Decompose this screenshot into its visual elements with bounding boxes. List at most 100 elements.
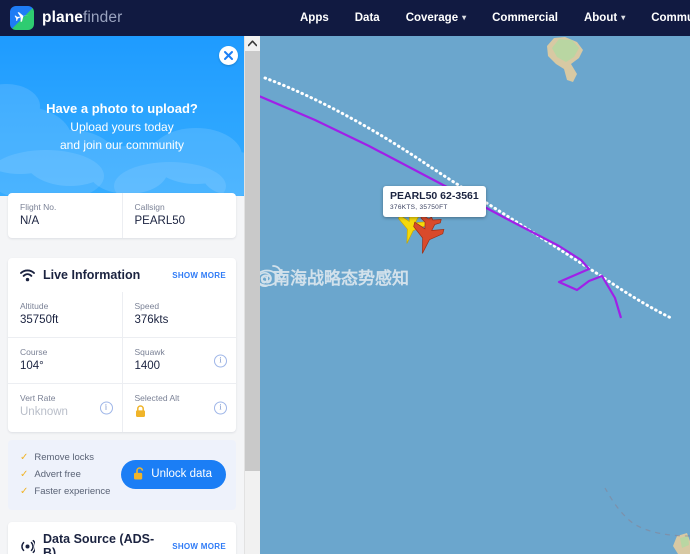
brand-name-light: finder: [82, 9, 123, 26]
field-altitude-value: 35750ft: [20, 314, 59, 326]
nav-item-about[interactable]: About ▾: [584, 12, 625, 24]
promo-headline: Have a photo to upload?: [46, 101, 198, 116]
info-icon[interactable]: i: [214, 354, 227, 367]
map-vector-layer: [259, 37, 690, 554]
field-squawk-value: 1400: [134, 360, 161, 372]
unlock-perk-item: ✓ Faster experience: [20, 483, 121, 500]
field-callsign: Callsign PEARL50: [121, 193, 237, 238]
aircraft-tooltip[interactable]: PEARL50 62-3561 376KTS, 35750FT: [383, 186, 486, 217]
nav-item-apps-label: Apps: [300, 12, 329, 24]
nav-item-apps[interactable]: Apps: [300, 12, 329, 24]
nav-item-coverage[interactable]: Coverage ▾: [406, 12, 466, 24]
aircraft-tooltip-subtitle: 376KTS, 35750FT: [390, 204, 448, 211]
nav-item-community-label: Commun: [651, 12, 690, 24]
field-squawk: Squawk 1400 i: [121, 338, 237, 383]
planefinder-app: planefinder Apps Data Coverage ▾ Commerc…: [0, 0, 690, 554]
live-information-title: Live Information: [43, 268, 141, 282]
field-altitude: Altitude 35750ft: [8, 292, 122, 337]
field-vert-rate-value: Unknown: [20, 406, 68, 418]
plane-icon: [10, 6, 34, 30]
field-selected-alt-value: [135, 405, 227, 423]
unlock-perk-item: ✓ Advert free: [20, 466, 121, 483]
field-vert-rate-label: Vert Rate: [20, 393, 56, 403]
unlock-data-button[interactable]: Unlock data: [121, 460, 226, 489]
field-course: Course 104°: [8, 338, 122, 383]
map-canvas[interactable]: PEARL50 62-3561 376KTS, 35750FT @南海战略态势感…: [259, 36, 690, 554]
aircraft-tooltip-title: PEARL50 62-3561: [390, 190, 479, 202]
field-speed: Speed 376kts: [121, 292, 237, 337]
field-flight-number-label: Flight No.: [20, 202, 57, 212]
scrollbar-thumb[interactable]: [245, 51, 260, 471]
data-source-title: Data Source (ADS-B): [43, 532, 155, 554]
check-icon: ✓: [20, 451, 29, 463]
field-vert-rate: Vert Rate Unknown i: [8, 384, 122, 432]
nav-item-coverage-label: Coverage: [405, 12, 459, 24]
unlock-promo-panel: ✓ Remove locks ✓ Advert free ✓ Faster ex…: [8, 440, 236, 510]
field-course-value: 104°: [20, 360, 44, 372]
live-info-row-2: Course 104° Squawk 1400 i: [8, 337, 236, 383]
weibo-watermark: @南海战略态势感知: [259, 264, 409, 289]
field-altitude-label: Altitude: [20, 301, 49, 311]
data-source-show-more[interactable]: SHOW MORE: [172, 542, 226, 551]
promo-line-2: Upload yours today: [70, 120, 174, 134]
field-selected-alt: Selected Alt i: [121, 384, 237, 432]
live-information-card: Live Information SHOW MORE Altitude 3575…: [8, 258, 236, 432]
closed-padlock-icon: [135, 405, 145, 417]
unlock-perk-label: Faster experience: [34, 486, 111, 497]
field-callsign-value: PEARL50: [134, 215, 186, 227]
boundary-dashed-line: [604, 487, 690, 537]
field-course-label: Course: [20, 347, 48, 357]
scroll-up-button[interactable]: [245, 36, 260, 51]
field-flight-number: Flight No. N/A: [8, 193, 122, 238]
field-squawk-label: Squawk: [134, 347, 165, 357]
wifi-icon: [20, 269, 35, 281]
data-source-card: Data Source (ADS-B) SHOW MORE: [8, 522, 236, 554]
unlock-perk-label: Remove locks: [34, 452, 95, 463]
sidebar-scrollbar[interactable]: [244, 36, 260, 554]
promo-text: Have a photo to upload? Upload yours tod…: [0, 36, 244, 154]
chevron-up-icon: [248, 40, 257, 47]
unlock-data-button-label: Unlock data: [151, 468, 212, 480]
flight-identity-card: Flight No. N/A Callsign PEARL50: [8, 193, 236, 238]
weibo-icon: [259, 265, 282, 286]
flight-details-sidebar: Have a photo to upload? Upload yours tod…: [0, 36, 244, 554]
radar-icon: [21, 539, 35, 553]
sidebar-gap-2: [0, 510, 244, 522]
nav-item-community[interactable]: Commun: [651, 12, 690, 24]
nav-item-about-label: About: [583, 12, 618, 24]
chevron-down-icon: ▾: [621, 13, 626, 22]
field-selected-alt-label: Selected Alt: [134, 393, 180, 403]
photo-upload-promo: Have a photo to upload? Upload yours tod…: [0, 36, 244, 196]
field-callsign-label: Callsign: [134, 202, 165, 212]
island-north: [547, 37, 583, 82]
field-speed-label: Speed: [134, 301, 160, 311]
nav-item-data[interactable]: Data: [355, 12, 380, 24]
live-information-header: Live Information SHOW MORE: [8, 258, 236, 292]
info-icon[interactable]: i: [99, 401, 113, 415]
brand-name-bold: plane: [42, 9, 83, 26]
live-info-row-3: Vert Rate Unknown i Selected Alt i: [8, 383, 236, 432]
nav-item-data-label: Data: [354, 12, 380, 24]
unlock-perk-item: ✓ Remove locks: [20, 449, 121, 466]
chevron-down-icon: ▾: [462, 13, 467, 22]
promo-line-3: and join our community: [59, 138, 185, 152]
field-speed-value: 376kts: [134, 314, 169, 326]
top-navigation-bar: planefinder Apps Data Coverage ▾ Commerc…: [0, 0, 690, 36]
field-flight-number-value: N/A: [20, 215, 40, 227]
flight-identity-row: Flight No. N/A Callsign PEARL50: [8, 193, 236, 238]
check-icon: ✓: [20, 468, 29, 480]
info-icon[interactable]: i: [214, 401, 227, 415]
brand-name: planefinder: [42, 9, 122, 27]
nav-links: Apps Data Coverage ▾ Commercial About ▾ …: [300, 0, 690, 36]
live-information-show-more[interactable]: SHOW MORE: [172, 271, 226, 280]
live-info-row-1: Altitude 35750ft Speed 376kts: [8, 292, 236, 337]
unlock-perk-label: Advert free: [34, 469, 81, 480]
data-source-header: Data Source (ADS-B) SHOW MORE: [8, 522, 236, 554]
nav-item-commercial-label: Commercial: [492, 12, 558, 24]
nav-item-commercial[interactable]: Commercial: [492, 12, 558, 24]
close-icon[interactable]: [219, 46, 238, 65]
brand-logo[interactable]: planefinder: [10, 6, 122, 30]
open-padlock-icon: [134, 467, 144, 480]
check-icon: ✓: [20, 485, 29, 497]
